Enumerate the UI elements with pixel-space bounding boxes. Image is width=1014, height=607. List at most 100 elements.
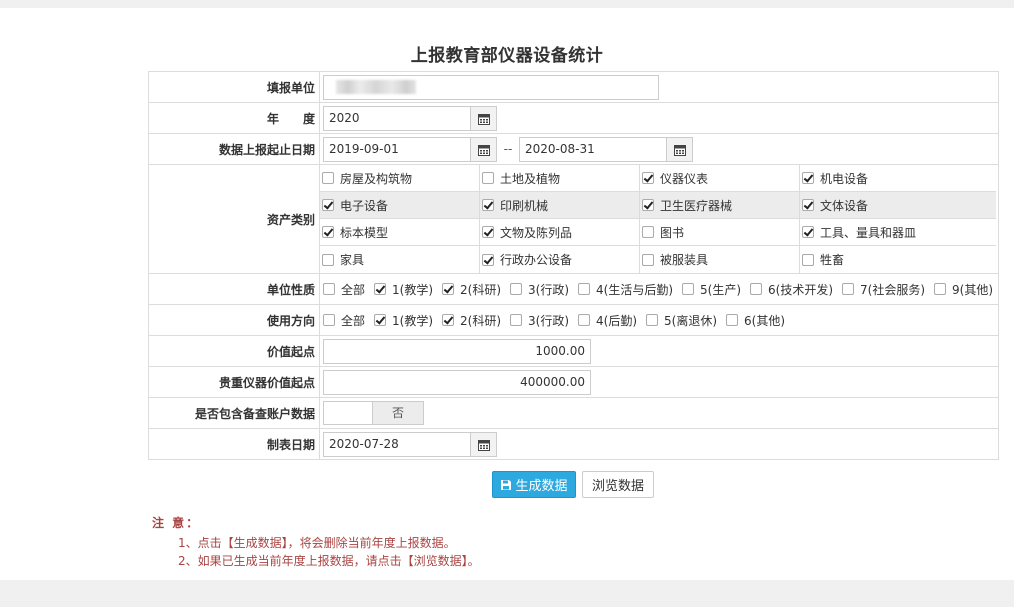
asset-checkbox[interactable] bbox=[322, 253, 334, 266]
asset-option[interactable]: 文体设备 bbox=[800, 192, 996, 219]
asset-option-label: 土地及植物 bbox=[500, 171, 561, 186]
asset-option[interactable]: 牲畜 bbox=[800, 246, 996, 273]
asset-option[interactable]: 行政办公设备 bbox=[480, 246, 640, 273]
asset-option[interactable]: 仪器仪表 bbox=[640, 165, 800, 192]
usage-checkbox[interactable] bbox=[510, 314, 523, 326]
unit-nature-checkbox[interactable] bbox=[682, 283, 695, 295]
asset-option-label: 机电设备 bbox=[820, 171, 869, 186]
date-separator: -- bbox=[503, 142, 513, 156]
usage-checkbox[interactable] bbox=[374, 314, 387, 326]
asset-checkbox[interactable] bbox=[482, 199, 494, 211]
unit-nature-checkbox[interactable] bbox=[750, 283, 763, 295]
date-end-calendar-button[interactable] bbox=[667, 136, 693, 162]
asset-checkbox[interactable] bbox=[482, 226, 494, 238]
asset-option-label: 仪器仪表 bbox=[660, 171, 709, 186]
asset-option[interactable]: 印刷机械 bbox=[480, 192, 640, 219]
asset-option[interactable]: 卫生医疗器械 bbox=[640, 192, 800, 219]
asset-option[interactable]: 家具 bbox=[320, 246, 480, 273]
usage-checkbox[interactable] bbox=[578, 314, 591, 326]
unit-nature-option-label: 4(生活与后勤) bbox=[596, 282, 674, 297]
unit-nature-option[interactable]: 2(科研) bbox=[442, 281, 501, 298]
unit-field[interactable] bbox=[323, 74, 659, 100]
unit-nature-option[interactable]: 3(行政) bbox=[510, 281, 569, 298]
asset-checkbox[interactable] bbox=[642, 199, 654, 211]
usage-option[interactable]: 4(后勤) bbox=[578, 312, 637, 329]
unit-nature-option[interactable]: 5(生产) bbox=[682, 281, 741, 298]
unit-nature-checkbox[interactable] bbox=[842, 283, 855, 295]
notes-section: 注 意： 1、点击【生成数据】，将会删除当前年度上报数据。 2、如果已生成当前年… bbox=[152, 514, 480, 570]
unit-nature-checkbox[interactable] bbox=[578, 283, 591, 295]
usage-option[interactable]: 6(其他) bbox=[726, 312, 785, 329]
toggle-handle bbox=[324, 402, 372, 424]
date-start-input[interactable]: 2019-09-01 bbox=[323, 136, 471, 162]
unit-nature-checkbox[interactable] bbox=[442, 283, 455, 295]
usage-option[interactable]: 1(教学) bbox=[374, 312, 433, 329]
asset-checkbox[interactable] bbox=[802, 172, 814, 184]
unit-nature-option-label: 9(其他) bbox=[952, 282, 994, 297]
asset-checkbox[interactable] bbox=[482, 172, 494, 184]
asset-option[interactable]: 图书 bbox=[640, 219, 800, 246]
asset-checkbox[interactable] bbox=[322, 226, 334, 238]
date-end-input[interactable]: 2020-08-31 bbox=[519, 136, 667, 162]
asset-option[interactable]: 电子设备 bbox=[320, 192, 480, 219]
asset-option-label: 电子设备 bbox=[340, 198, 389, 213]
unit-nature-checkbox[interactable] bbox=[374, 283, 387, 295]
table-date-calendar-button[interactable] bbox=[471, 431, 497, 457]
asset-option[interactable]: 机电设备 bbox=[800, 165, 996, 192]
asset-option-label: 印刷机械 bbox=[500, 198, 549, 213]
calendar-icon bbox=[478, 113, 490, 125]
usage-option[interactable]: 全部 bbox=[323, 312, 365, 329]
calendar-icon bbox=[478, 144, 490, 156]
asset-checkbox[interactable] bbox=[642, 226, 654, 238]
asset-option[interactable]: 房屋及构筑物 bbox=[320, 165, 480, 192]
asset-option[interactable]: 文物及陈列品 bbox=[480, 219, 640, 246]
unit-nature-option[interactable]: 1(教学) bbox=[374, 281, 433, 298]
asset-category-grid: 房屋及构筑物 土地及植物 仪器仪表 机电设备电子设备 印刷机械 卫生医疗器械 文体设备标本模… bbox=[320, 165, 998, 273]
asset-checkbox[interactable] bbox=[642, 253, 654, 266]
asset-option[interactable]: 工具、量具和器皿 bbox=[800, 219, 996, 246]
unit-nature-checkbox[interactable] bbox=[510, 283, 523, 295]
usage-option[interactable]: 2(科研) bbox=[442, 312, 501, 329]
unit-nature-option[interactable]: 4(生活与后勤) bbox=[578, 281, 673, 298]
generate-data-button[interactable]: 生成数据 bbox=[492, 471, 576, 498]
asset-checkbox[interactable] bbox=[802, 226, 814, 238]
table-date-input[interactable]: 2020-07-28 bbox=[323, 431, 471, 457]
unit-nature-checkbox[interactable] bbox=[934, 283, 947, 295]
value-start-input[interactable]: 1000.00 bbox=[323, 338, 591, 364]
unit-nature-checkbox[interactable] bbox=[323, 283, 335, 295]
browse-data-button[interactable]: 浏览数据 bbox=[582, 471, 654, 498]
year-calendar-button[interactable] bbox=[471, 105, 497, 131]
asset-option[interactable]: 标本模型 bbox=[320, 219, 480, 246]
value-start-label: 价值起点 bbox=[148, 335, 320, 367]
asset-checkbox[interactable] bbox=[802, 253, 814, 266]
unit-nature-option[interactable]: 6(技术开发) bbox=[750, 281, 833, 298]
asset-checkbox[interactable] bbox=[322, 172, 334, 184]
toggle-off-label: 否 bbox=[372, 402, 423, 424]
year-label: 年 度 bbox=[148, 102, 320, 134]
usage-checkbox[interactable] bbox=[646, 314, 659, 326]
unit-nature-option[interactable]: 9(其他) bbox=[934, 281, 993, 298]
asset-option[interactable]: 土地及植物 bbox=[480, 165, 640, 192]
unit-nature-option[interactable]: 7(社会服务) bbox=[842, 281, 925, 298]
usage-option-label: 6(其他) bbox=[744, 313, 786, 328]
usage-checkbox[interactable] bbox=[323, 314, 335, 326]
asset-checkbox[interactable] bbox=[642, 172, 654, 184]
backup-toggle[interactable]: 否 bbox=[323, 401, 424, 425]
year-input[interactable]: 2020 bbox=[323, 105, 471, 131]
date-start-calendar-button[interactable] bbox=[471, 136, 497, 162]
usage-checkbox[interactable] bbox=[726, 314, 739, 326]
usage-option[interactable]: 5(离退休) bbox=[646, 312, 717, 329]
asset-checkbox[interactable] bbox=[322, 199, 334, 211]
usage-option[interactable]: 3(行政) bbox=[510, 312, 569, 329]
asset-checkbox[interactable] bbox=[802, 199, 814, 211]
unit-nature-option-label: 6(技术开发) bbox=[768, 282, 834, 297]
asset-checkbox[interactable] bbox=[482, 253, 494, 266]
usage-option-label: 5(离退休) bbox=[664, 313, 718, 328]
precious-value-input[interactable]: 400000.00 bbox=[323, 369, 591, 395]
unit-nature-option-label: 1(教学) bbox=[392, 282, 434, 297]
usage-checkbox[interactable] bbox=[442, 314, 455, 326]
unit-nature-option[interactable]: 全部 bbox=[323, 281, 365, 298]
asset-option[interactable]: 被服装具 bbox=[640, 246, 800, 273]
generate-data-label: 生成数据 bbox=[515, 479, 568, 494]
action-buttons: 生成数据 浏览数据 bbox=[492, 471, 654, 498]
